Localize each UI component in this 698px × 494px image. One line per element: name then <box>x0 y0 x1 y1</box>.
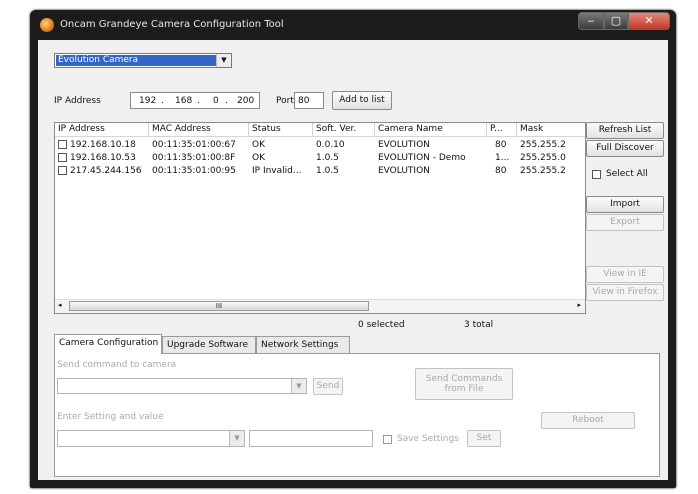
export-button[interactable]: Export <box>586 214 664 231</box>
chevron-down-icon[interactable]: ▼ <box>229 431 244 446</box>
col-camera-name[interactable]: Camera Name <box>375 123 487 137</box>
send-button[interactable]: Send <box>313 378 343 395</box>
ip-octet-2: 168 <box>175 96 193 106</box>
row-checkbox[interactable] <box>58 140 67 149</box>
app-logo-icon <box>40 18 54 32</box>
send-commands-from-file-button[interactable]: Send Commands from File <box>415 368 513 400</box>
col-mask[interactable]: Mask <box>517 123 585 137</box>
scroll-thumb[interactable]: III <box>69 301 369 311</box>
ip-octet-3: 0 <box>213 96 219 106</box>
port-label: Port <box>276 96 294 106</box>
ip-octet-4: 200 <box>237 96 255 106</box>
selected-count: 0 selected <box>358 320 405 330</box>
row-checkbox[interactable] <box>58 166 67 175</box>
refresh-list-button[interactable]: Refresh List <box>586 122 664 139</box>
tab-camera-configuration[interactable]: Camera Configuration <box>54 334 162 354</box>
table-row[interactable]: 217.45.244.156 00:11:35:01:00:95 IP Inva… <box>55 165 585 177</box>
enter-setting-label: Enter Setting and value <box>57 412 164 422</box>
table-row[interactable]: 192.168.10.18 00:11:35:01:00:67 OK 0.0.1… <box>55 139 585 151</box>
total-count: 3 total <box>464 320 494 330</box>
send-command-label: Send command to camera <box>57 360 177 370</box>
select-all-label: Select All <box>606 169 648 179</box>
camera-type-select[interactable]: Evolution Camera ▼ <box>54 53 232 68</box>
camera-configuration-panel: Send command to camera ▼ Send Send Comma… <box>54 353 660 477</box>
send-command-select[interactable]: ▼ <box>57 378 307 394</box>
set-button[interactable]: Set <box>467 430 501 447</box>
table-row[interactable]: 192.168.10.53 00:11:35:01:00:8F OK 1.0.5… <box>55 152 585 164</box>
col-ip-address[interactable]: IP Address <box>55 123 149 137</box>
app-window: Oncam Grandeye Camera Configuration Tool… <box>30 10 676 488</box>
import-button[interactable]: Import <box>586 196 664 213</box>
scroll-right-icon[interactable]: ▸ <box>577 301 581 309</box>
ip-address-label: IP Address <box>54 96 101 106</box>
minimize-button[interactable]: ‒ <box>578 12 604 30</box>
row-checkbox[interactable] <box>58 153 67 162</box>
window-title: Oncam Grandeye Camera Configuration Tool <box>60 19 284 30</box>
tab-upgrade-software[interactable]: Upgrade Software <box>162 336 256 353</box>
close-button[interactable]: ✕ <box>628 12 670 30</box>
col-mac-address[interactable]: MAC Address <box>149 123 249 137</box>
port-input[interactable]: 80 <box>294 92 324 109</box>
main-panel: Evolution Camera ▼ IP Address 192 . 168 … <box>38 40 668 480</box>
maximize-button[interactable]: ▢ <box>604 12 628 30</box>
view-in-firefox-button[interactable]: View in Firefox <box>586 284 664 301</box>
scroll-left-icon[interactable]: ◂ <box>58 301 62 309</box>
full-discover-button[interactable]: Full Discover <box>586 140 664 157</box>
col-status[interactable]: Status <box>249 123 313 137</box>
tab-network-settings[interactable]: Network Settings <box>256 336 350 353</box>
view-in-ie-button[interactable]: View in IE <box>586 266 664 283</box>
add-to-list-button[interactable]: Add to list <box>332 91 392 110</box>
ip-address-input[interactable]: 192 . 168 . 0 . 200 <box>130 92 260 109</box>
select-all-checkbox[interactable] <box>592 170 601 179</box>
reboot-button[interactable]: Reboot <box>541 412 635 429</box>
setting-select[interactable]: ▼ <box>57 430 245 447</box>
camera-list[interactable]: IP Address MAC Address Status Soft. Ver.… <box>54 122 586 314</box>
chevron-down-icon[interactable]: ▼ <box>216 54 231 67</box>
chevron-down-icon[interactable]: ▼ <box>291 379 306 393</box>
save-settings-checkbox[interactable] <box>383 435 392 444</box>
camera-type-value: Evolution Camera <box>56 55 216 66</box>
horizontal-scrollbar[interactable]: ◂ III ▸ <box>55 299 585 313</box>
col-soft-ver[interactable]: Soft. Ver. <box>313 123 375 137</box>
col-port[interactable]: P... <box>487 123 517 137</box>
ip-octet-1: 192 <box>139 96 157 106</box>
setting-value-input[interactable] <box>249 430 373 447</box>
title-bar[interactable]: Oncam Grandeye Camera Configuration Tool… <box>30 10 676 40</box>
save-settings-label: Save Settings <box>397 434 459 444</box>
